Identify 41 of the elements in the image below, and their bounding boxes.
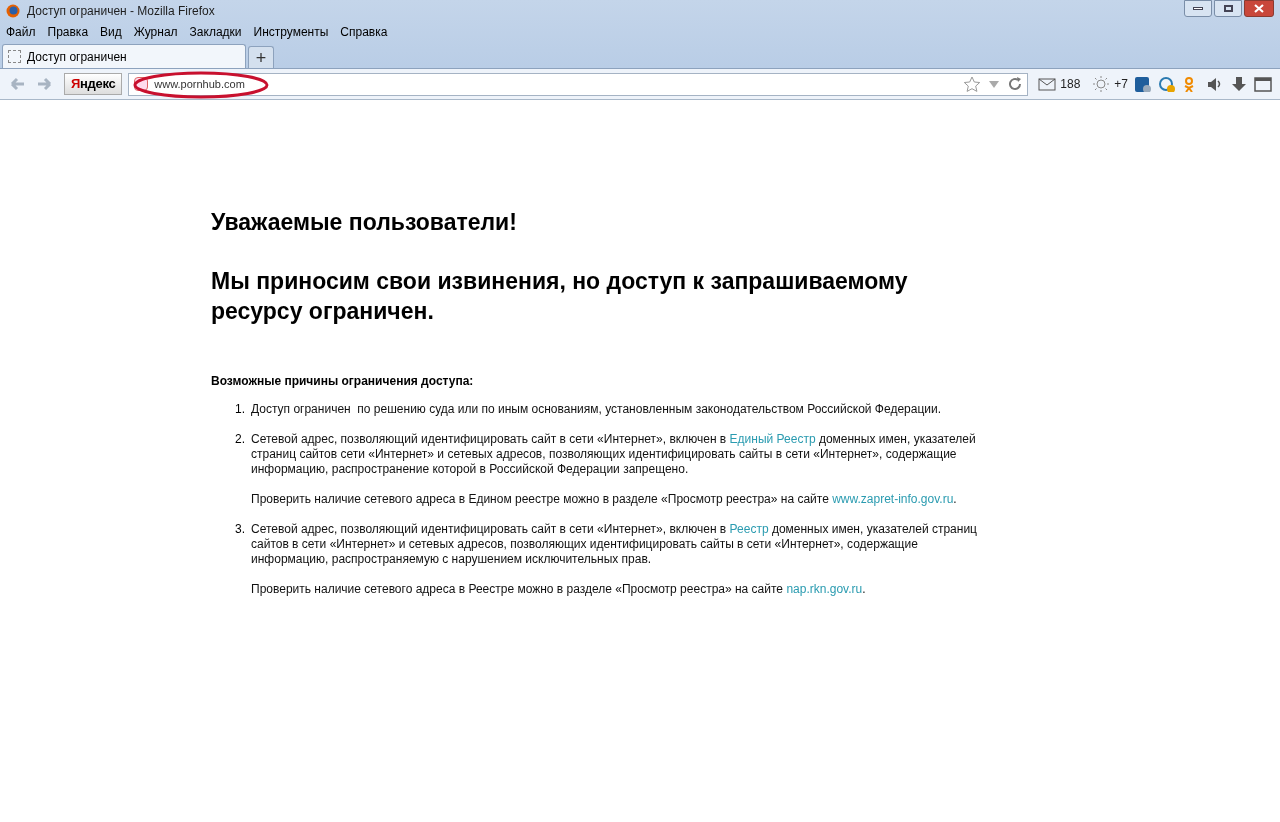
menu-item[interactable]: Закладки <box>189 22 242 41</box>
download-icon[interactable] <box>1230 76 1248 92</box>
greeting-heading: Уважаемые пользователи! <box>211 208 518 236</box>
restore-button[interactable] <box>1214 0 1242 17</box>
list-number: 1. <box>235 402 246 417</box>
menu-item[interactable]: Инструменты <box>253 22 329 41</box>
minimize-button[interactable] <box>1184 0 1212 17</box>
menu-item[interactable]: Правка <box>47 22 89 41</box>
window-icon[interactable] <box>1254 76 1272 92</box>
reasons-title: Возможные причины ограничения доступа: <box>211 373 475 390</box>
mail-icon[interactable] <box>1038 76 1057 92</box>
menu-item[interactable]: Файл <box>6 22 36 41</box>
search-engine-button[interactable]: Яндекс <box>64 73 123 95</box>
reason-paragraph: Сетевой адрес, позволяющий идентифицировать сайт в сети «Интернет», включен в Единый Реестр доменных имен, указателей страниц сайтов сети «Интернет» и сетевых адресов, позволяющих идентифицировать сайты в сети «Интернет», содержащие информацию, распространение которой в Российской Федерации запрещено. <box>251 432 977 477</box>
list-number: 3. <box>235 522 246 538</box>
new-tab-button[interactable]: + <box>248 46 274 68</box>
weather-reading: +7 <box>1114 76 1128 93</box>
star-icon[interactable] <box>963 76 982 92</box>
url-text: www.pornhub.com <box>154 76 245 92</box>
menu-item[interactable]: Справка <box>340 22 388 41</box>
address-field[interactable]: www.pornhub.com <box>128 72 1029 96</box>
menu-item[interactable]: Вид <box>100 22 122 41</box>
at-sign-icon[interactable] <box>1158 76 1176 92</box>
close-button[interactable] <box>1244 0 1274 17</box>
menu-item[interactable]: Журнал <box>133 22 178 41</box>
browser-tab[interactable]: Доступ ограничен <box>2 44 246 68</box>
sun-icon[interactable] <box>1092 76 1111 92</box>
reason-paragraph: Проверить наличие сетевого адреса в Едином реестре можно в разделе «Просмотр реестра» на сайте www.zapret-info.gov.ru. <box>251 492 958 507</box>
reason-paragraph: Доступ ограничен по решению суда или по иным основаниям, установленным законодательством Российской Федерации. <box>251 402 943 417</box>
reload-icon[interactable] <box>1007 76 1024 92</box>
bookmark-badge-icon[interactable] <box>1134 76 1152 92</box>
close-icon <box>1254 4 1264 13</box>
browser-logo-icon <box>6 3 20 18</box>
reason-paragraph: Сетевой адрес, позволяющий идентифицировать сайт в сети «Интернет», включен в Реестр доменных имен, указателей страниц сайтов в сети «Интернет» и сетевых адресов, позволяющих идентифицировать сайты в сети «Интернет», содержащие информацию, распространяемую с нарушением исключительных прав. <box>251 522 978 567</box>
reason-paragraph: Проверить наличие сетевого адреса в Реестре можно в разделе «Просмотр реестра» на сайте nap.rkn.gov.ru. <box>251 582 867 597</box>
blank-page-icon <box>8 50 21 63</box>
tab-title: Доступ ограничен <box>27 48 127 66</box>
apology-heading: Мы приносим свои извинения, но доступ к запрашиваемому ресурсу ограничен. <box>211 267 909 326</box>
window-title: Доступ ограничен - Mozilla Firefox <box>27 2 215 20</box>
mail-count: 188 <box>1060 76 1081 93</box>
list-number: 2. <box>235 432 246 448</box>
